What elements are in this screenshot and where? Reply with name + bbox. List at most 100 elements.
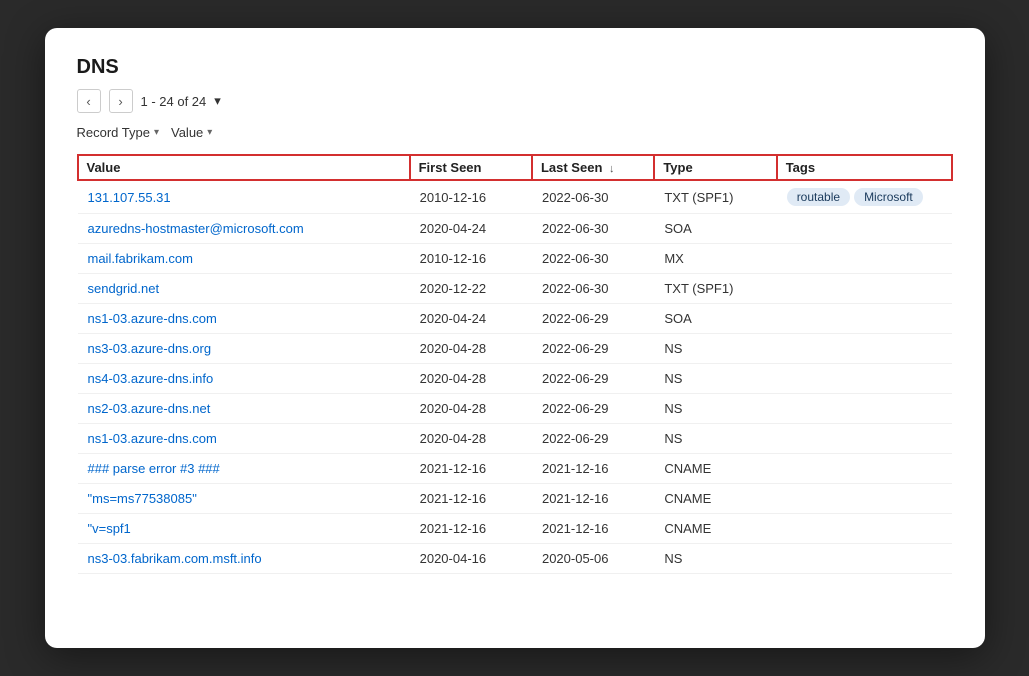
- cell-tags: [777, 514, 952, 544]
- pagination-row: ‹ › 1 - 24 of 24 ▾: [77, 89, 953, 113]
- cell-last-seen: 2022-06-29: [532, 424, 654, 454]
- cell-tags: [777, 214, 952, 244]
- cell-value[interactable]: ns1-03.azure-dns.com: [78, 424, 410, 454]
- cell-type: NS: [654, 364, 776, 394]
- cell-type: NS: [654, 394, 776, 424]
- cell-type: CNAME: [654, 514, 776, 544]
- cell-last-seen: 2020-05-06: [532, 544, 654, 574]
- cell-type: CNAME: [654, 454, 776, 484]
- col-header-last-seen[interactable]: Last Seen ↓: [532, 155, 654, 180]
- cell-value[interactable]: ### parse error #3 ###: [78, 454, 410, 484]
- cell-type: NS: [654, 424, 776, 454]
- cell-value[interactable]: sendgrid.net: [78, 274, 410, 304]
- prev-page-button[interactable]: ‹: [77, 89, 101, 113]
- table-row: ns1-03.azure-dns.com 2020-04-242022-06-29…: [78, 304, 952, 334]
- col-header-value[interactable]: Value: [78, 155, 410, 180]
- cell-last-seen: 2022-06-29: [532, 394, 654, 424]
- cell-type: SOA: [654, 214, 776, 244]
- table-row: "ms=ms77538085"2021-12-162021-12-16CNAME: [78, 484, 952, 514]
- value-link[interactable]: "v=spf1: [88, 521, 131, 536]
- page-title: DNS: [77, 56, 953, 79]
- cell-tags: [777, 304, 952, 334]
- main-window: DNS ‹ › 1 - 24 of 24 ▾ Record Type ▾ Val…: [45, 28, 985, 648]
- cell-first-seen: 2020-04-28: [410, 424, 532, 454]
- value-link[interactable]: ns4-03.azure-dns.info: [88, 371, 214, 386]
- cell-type: NS: [654, 334, 776, 364]
- cell-value[interactable]: ns2-03.azure-dns.net: [78, 394, 410, 424]
- sort-icon-last-seen: ↓: [609, 163, 615, 175]
- filter-value-chevron: ▾: [207, 127, 212, 138]
- table-row: 131.107.55.31 2010-12-162022-06-30TXT (SP…: [78, 180, 952, 214]
- value-link[interactable]: "ms=ms77538085": [88, 491, 197, 506]
- cell-value[interactable]: ns3-03.azure-dns.org: [78, 334, 410, 364]
- filter-record-type-chevron: ▾: [154, 127, 159, 138]
- cell-value[interactable]: ns3-03.fabrikam.com.msft.info: [78, 544, 410, 574]
- cell-first-seen: 2020-12-22: [410, 274, 532, 304]
- cell-type: MX: [654, 244, 776, 274]
- cell-value[interactable]: "ms=ms77538085": [78, 484, 410, 514]
- tag-badge[interactable]: Microsoft: [854, 188, 923, 206]
- filter-record-type-label: Record Type: [77, 125, 150, 140]
- table-row: ns1-03.azure-dns.com 2020-04-282022-06-29…: [78, 424, 952, 454]
- cell-last-seen: 2021-12-16: [532, 514, 654, 544]
- cell-tags: [777, 454, 952, 484]
- value-link[interactable]: ns3-03.fabrikam.com.msft.info: [88, 551, 262, 566]
- value-link[interactable]: ns2-03.azure-dns.net: [88, 401, 211, 416]
- cell-value[interactable]: ns1-03.azure-dns.com: [78, 304, 410, 334]
- filter-record-type[interactable]: Record Type ▾: [77, 125, 160, 140]
- cell-tags: routableMicrosoft: [777, 180, 952, 214]
- cell-type: CNAME: [654, 484, 776, 514]
- cell-type: TXT (SPF1): [654, 274, 776, 304]
- cell-last-seen: 2022-06-30: [532, 180, 654, 214]
- value-link[interactable]: ns1-03.azure-dns.com: [88, 311, 217, 326]
- cell-first-seen: 2010-12-16: [410, 244, 532, 274]
- cell-value[interactable]: 131.107.55.31: [78, 180, 410, 214]
- cell-first-seen: 2020-04-28: [410, 334, 532, 364]
- value-link[interactable]: ns1-03.azure-dns.com: [88, 431, 217, 446]
- pagination-label: 1 - 24 of 24: [141, 94, 207, 109]
- pagination-dropdown[interactable]: ▾: [214, 93, 221, 109]
- cell-first-seen: 2021-12-16: [410, 454, 532, 484]
- cell-last-seen: 2022-06-29: [532, 334, 654, 364]
- cell-tags: [777, 364, 952, 394]
- next-page-button[interactable]: ›: [109, 89, 133, 113]
- value-link[interactable]: mail.fabrikam.com: [88, 251, 193, 266]
- cell-value[interactable]: ns4-03.azure-dns.info: [78, 364, 410, 394]
- cell-tags: [777, 544, 952, 574]
- value-link[interactable]: sendgrid.net: [88, 281, 160, 296]
- filter-value-label: Value: [171, 125, 203, 140]
- col-header-type[interactable]: Type: [654, 155, 776, 180]
- cell-type: TXT (SPF1): [654, 180, 776, 214]
- cell-value[interactable]: azuredns-hostmaster@microsoft.com: [78, 214, 410, 244]
- cell-first-seen: 2010-12-16: [410, 180, 532, 214]
- value-link[interactable]: azuredns-hostmaster@microsoft.com: [88, 221, 304, 236]
- col-header-first-seen[interactable]: First Seen: [410, 155, 532, 180]
- cell-last-seen: 2022-06-30: [532, 274, 654, 304]
- cell-first-seen: 2020-04-16: [410, 544, 532, 574]
- filter-value[interactable]: Value ▾: [171, 125, 212, 140]
- table-row: "v=spf12021-12-162021-12-16CNAME: [78, 514, 952, 544]
- value-link[interactable]: ns3-03.azure-dns.org: [88, 341, 212, 356]
- tag-badge[interactable]: routable: [787, 188, 850, 206]
- col-header-tags[interactable]: Tags: [777, 155, 952, 180]
- cell-first-seen: 2020-04-28: [410, 364, 532, 394]
- cell-last-seen: 2022-06-29: [532, 304, 654, 334]
- cell-first-seen: 2020-04-24: [410, 214, 532, 244]
- cell-value[interactable]: mail.fabrikam.com: [78, 244, 410, 274]
- table-row: azuredns-hostmaster@microsoft.com 2020-04…: [78, 214, 952, 244]
- cell-type: SOA: [654, 304, 776, 334]
- filter-row: Record Type ▾ Value ▾: [77, 125, 953, 140]
- cell-value[interactable]: "v=spf1: [78, 514, 410, 544]
- cell-first-seen: 2021-12-16: [410, 484, 532, 514]
- cell-tags: [777, 394, 952, 424]
- cell-last-seen: 2021-12-16: [532, 484, 654, 514]
- cell-type: NS: [654, 544, 776, 574]
- cell-tags: [777, 424, 952, 454]
- value-link[interactable]: 131.107.55.31: [88, 190, 171, 205]
- value-link[interactable]: ### parse error #3 ###: [88, 461, 220, 476]
- table-row: ns3-03.fabrikam.com.msft.info 2020-04-162…: [78, 544, 952, 574]
- cell-first-seen: 2020-04-28: [410, 394, 532, 424]
- cell-first-seen: 2020-04-24: [410, 304, 532, 334]
- cell-last-seen: 2022-06-29: [532, 364, 654, 394]
- table-row: ns2-03.azure-dns.net 2020-04-282022-06-29…: [78, 394, 952, 424]
